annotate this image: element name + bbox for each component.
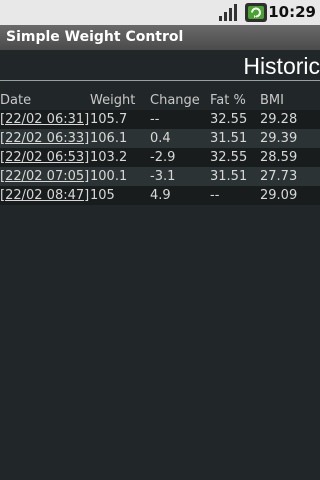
- app-title-bar: Simple Weight Control: [0, 25, 320, 50]
- row-bmi: 29.28: [260, 112, 298, 127]
- table-row: [22/02 06:31] 105.7 -- 32.55 29.28: [0, 110, 320, 129]
- history-table: Date Weight Change Fat % BMI [22/02 06:3…: [0, 91, 320, 205]
- date-link[interactable]: [22/02 07:05]: [0, 169, 89, 184]
- column-header-weight: Weight: [90, 93, 136, 108]
- row-fat: 31.51: [210, 131, 248, 146]
- row-change: --: [150, 112, 160, 127]
- row-date[interactable]: [22/02 06:53]: [0, 148, 90, 167]
- row-change: -3.1: [150, 169, 176, 184]
- row-fat: 32.55: [210, 150, 248, 165]
- column-header-date: Date: [0, 93, 32, 108]
- table-row: [22/02 06:33] 106.1 0.4 31.51 29.39: [0, 129, 320, 148]
- table-header-row: Date Weight Change Fat % BMI: [0, 91, 320, 110]
- status-bar: 10:29: [0, 0, 320, 25]
- row-change: 4.9: [150, 188, 171, 203]
- status-clock: 10:29: [268, 3, 316, 21]
- signal-icon: [219, 4, 237, 21]
- row-bmi: 28.59: [260, 150, 298, 165]
- date-link[interactable]: [22/02 06:31]: [0, 112, 89, 127]
- row-fat: 31.51: [210, 169, 248, 184]
- row-fat: --: [210, 188, 220, 203]
- row-change: 0.4: [150, 131, 171, 146]
- main-content: Historic Date Weight Change Fat % BMI [2…: [0, 50, 320, 480]
- row-weight: 105: [90, 188, 115, 203]
- row-weight: 100.1: [90, 169, 128, 184]
- row-weight: 103.2: [90, 150, 128, 165]
- column-header-bmi: BMI: [260, 93, 284, 108]
- app-title: Simple Weight Control: [6, 29, 184, 45]
- column-header-fat: Fat %: [210, 93, 246, 108]
- row-bmi: 29.39: [260, 131, 298, 146]
- heading-divider: [0, 80, 320, 81]
- table-row: [22/02 06:53] 103.2 -2.9 32.55 28.59: [0, 148, 320, 167]
- table-row: [22/02 07:05] 100.1 -3.1 31.51 27.73: [0, 167, 320, 186]
- row-date[interactable]: [22/02 08:47]: [0, 186, 90, 205]
- table-row: [22/02 08:47] 105 4.9 -- 29.09: [0, 186, 320, 205]
- date-link[interactable]: [22/02 06:53]: [0, 150, 89, 165]
- sync-icon: [245, 3, 267, 22]
- row-date[interactable]: [22/02 07:05]: [0, 167, 90, 186]
- column-header-change: Change: [150, 93, 200, 108]
- row-weight: 106.1: [90, 131, 128, 146]
- row-change: -2.9: [150, 150, 176, 165]
- row-date[interactable]: [22/02 06:33]: [0, 129, 90, 148]
- date-link[interactable]: [22/02 08:47]: [0, 188, 89, 203]
- row-fat: 32.55: [210, 112, 248, 127]
- row-date[interactable]: [22/02 06:31]: [0, 110, 90, 129]
- row-bmi: 27.73: [260, 169, 298, 184]
- page-title: Historic: [243, 53, 320, 79]
- date-link[interactable]: [22/02 06:33]: [0, 131, 89, 146]
- row-bmi: 29.09: [260, 188, 298, 203]
- row-weight: 105.7: [90, 112, 128, 127]
